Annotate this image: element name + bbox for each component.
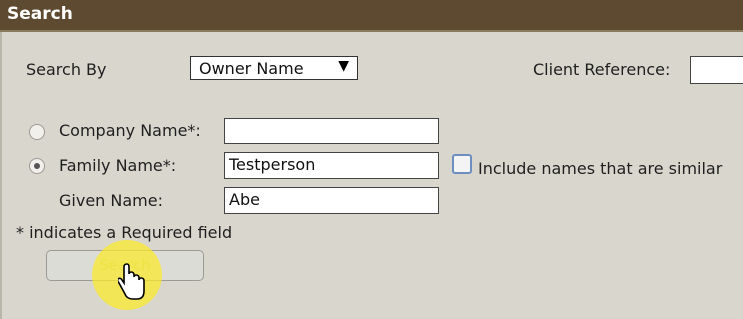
company-name-label: Company Name*: (59, 121, 201, 140)
search-panel: Search Search By Owner Name ▼ Client Ref… (0, 0, 743, 319)
search-by-select[interactable]: Owner Name ▼ (190, 56, 358, 80)
given-name-input[interactable]: Abe (224, 187, 439, 214)
hand-pointer-icon (118, 263, 145, 300)
family-name-radio[interactable] (29, 158, 45, 174)
client-reference-label: Client Reference: (533, 60, 671, 79)
given-name-label: Given Name: (59, 191, 163, 210)
panel-title: Search (7, 4, 73, 24)
include-similar-label: Include names that are similar (478, 159, 723, 178)
include-similar-checkbox[interactable] (452, 154, 472, 174)
panel-left-border (0, 32, 2, 319)
chevron-down-icon: ▼ (338, 58, 349, 74)
client-reference-input[interactable] (690, 56, 743, 84)
search-by-label: Search By (26, 60, 107, 79)
panel-header: Search (0, 0, 743, 32)
family-name-label: Family Name*: (59, 156, 177, 175)
company-name-radio[interactable] (29, 124, 45, 140)
family-name-input[interactable]: Testperson (224, 152, 439, 179)
company-name-input[interactable] (224, 118, 439, 144)
search-by-selected-value: Owner Name (199, 59, 304, 78)
